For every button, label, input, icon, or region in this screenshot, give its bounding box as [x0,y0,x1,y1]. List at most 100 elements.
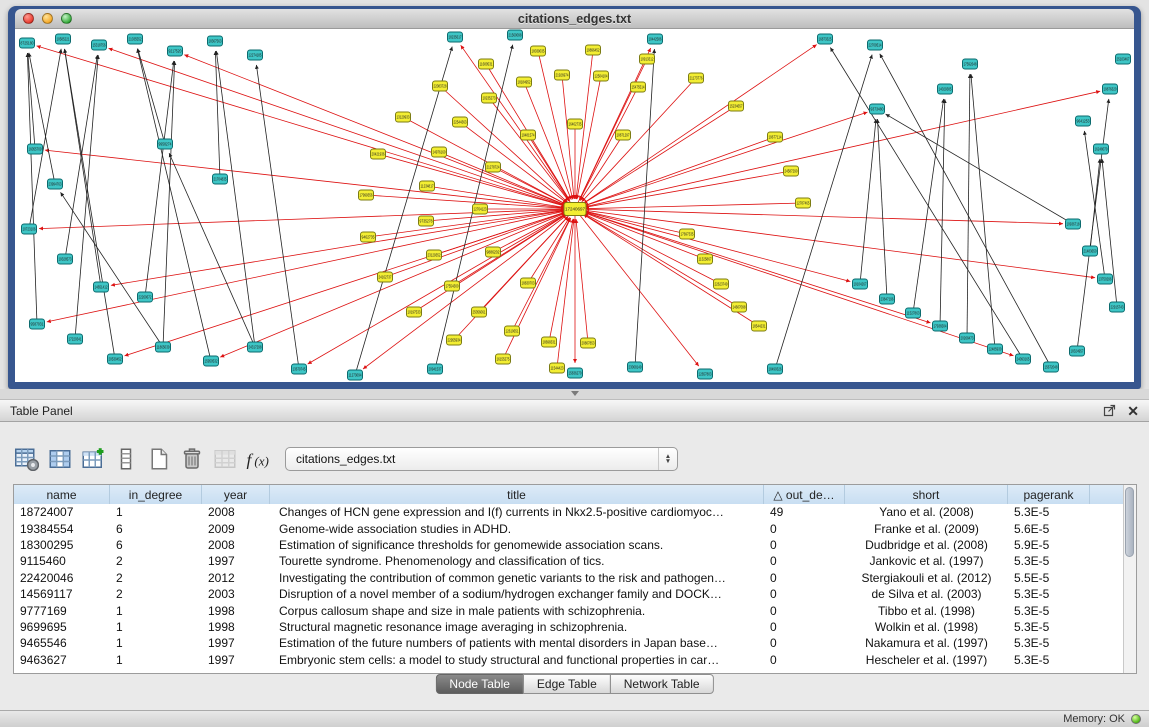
graph-node[interactable]: 16248079 [1094,144,1109,154]
graph-node[interactable]: 20530452 [108,354,123,364]
graph-node[interactable]: 19328573 [58,254,73,264]
graph-node[interactable]: 18235617 [448,32,463,42]
graph-node[interactable]: 21278724 [486,162,501,172]
graph-node[interactable]: 13750296 [1098,274,1113,284]
graph-node[interactable]: 11680531 [479,59,494,69]
column-header-in_degree[interactable]: in_degree [110,485,202,504]
graph-node[interactable]: 14651412 [94,282,109,292]
graph-node[interactable]: 17554300 [445,281,460,291]
graph-node[interactable]: 11865039 [156,342,171,352]
graph-node[interactable]: 19481574 [521,130,536,140]
table-row[interactable]: 911546021997Tourette syndrome. Phenomeno… [14,553,1123,569]
graph-node[interactable]: 13679745 [292,364,307,374]
graph-node[interactable]: 25103467 [1116,54,1131,64]
graph-node[interactable]: 11234817 [420,181,435,191]
graph-node[interactable]: 22709514 [868,40,883,50]
graph-node[interactable]: 9462735 [361,232,376,242]
graph-node[interactable]: 18184952 [517,77,532,87]
close-panel-icon[interactable]: ✕ [1127,404,1139,418]
graph-node[interactable]: 14607098 [732,302,747,312]
column-header-title[interactable]: title [270,485,764,504]
graph-node[interactable]: 21035552 [128,34,143,44]
network-graph[interactable]: 17240697 18830703 9886202 12764123 21278724 1… [15,29,1134,382]
graph-node[interactable]: 13129933 [396,112,411,122]
table-row[interactable]: 1938455462009Genome-wide association stu… [14,520,1123,536]
graph-node[interactable]: 18324957 [1070,346,1085,356]
create-column-icon[interactable] [80,446,106,472]
graph-node[interactable]: 16462735 [568,119,583,129]
graph-node[interactable]: 10936718 [1066,219,1081,229]
import-table-icon[interactable] [212,446,238,472]
graph-node[interactable]: 11544423 [550,363,565,373]
graph-node[interactable]: 9886202 [486,247,501,257]
graph-node[interactable]: 12610651 [505,326,520,336]
table-row[interactable]: 1830029562008Estimation of significance … [14,537,1123,553]
panel-resize-grip[interactable] [571,391,579,396]
graph-node[interactable]: 9587031 [30,319,45,329]
graph-node[interactable]: 10197533 [407,307,422,317]
table-scrollbar[interactable] [1123,485,1136,673]
function-builder-icon[interactable]: f(x) [245,446,271,472]
graph-node[interactable]: 19876320 [1103,84,1118,94]
graph-node[interactable]: 19104267 [853,279,868,289]
minimize-window-button[interactable] [42,13,53,24]
table-row[interactable]: 1872400712008Changes of HCN gene express… [14,504,1123,520]
table-mode-icon[interactable] [14,446,40,472]
graph-node[interactable]: 20268473 [960,333,975,343]
graph-node[interactable]: 15836270 [568,368,583,378]
show-columns-icon[interactable] [47,446,73,472]
graph-node[interactable]: 22915743 [1110,302,1125,312]
graph-node[interactable]: 21926974 [555,70,570,80]
graph-node[interactable]: 22544363 [453,117,468,127]
column-header-name[interactable]: name [14,485,110,504]
graph-node[interactable]: 11273094 [348,370,363,380]
graph-node[interactable]: 17240697 [564,203,586,216]
zoom-window-button[interactable] [61,13,72,24]
scrollbar-thumb[interactable] [1125,487,1134,557]
network-canvas[interactable]: 17240697 18830703 9886202 12764123 21278724 1… [15,29,1134,382]
row-height-icon[interactable] [113,446,139,472]
column-header-short[interactable]: short [845,485,1008,504]
graph-node[interactable]: 10585221 [56,34,71,44]
tab-node-table[interactable]: Node Table [435,674,524,694]
graph-node[interactable]: 10235273 [482,93,497,103]
graph-node[interactable]: 11527863 [906,308,921,318]
graph-node[interactable]: 18830703 [521,278,536,288]
graph-node[interactable]: 15234657 [729,101,744,111]
column-header-year[interactable]: year [202,485,270,504]
close-window-button[interactable] [23,13,34,24]
graph-node[interactable]: 23994763 [48,179,63,189]
table-row[interactable]: 977716911998Corpus callosum shape and si… [14,602,1123,618]
graph-node[interactable]: 17936504 [933,321,948,331]
graph-node[interactable]: 15950532 [204,356,219,366]
graph-node[interactable]: 17697335 [680,229,695,239]
graph-node[interactable]: 18490326 [768,364,783,374]
graph-node[interactable]: 10442586 [648,34,663,44]
graph-node[interactable]: 20421936 [371,149,386,159]
graph-node[interactable]: 18039035 [531,46,546,56]
graph-node[interactable]: 24162737 [378,272,393,282]
graph-node[interactable]: 20807853 [581,338,596,348]
graph-node[interactable]: 21173776 [689,73,704,83]
graph-node[interactable]: 12274185 [248,50,263,60]
graph-node[interactable]: 18367563 [208,36,223,46]
graph-node[interactable]: 14976160 [432,147,447,157]
tab-edge-table[interactable]: Edge Table [523,674,611,694]
graph-node[interactable]: 12485930 [988,344,1003,354]
graph-node[interactable]: 16873325 [818,34,833,44]
table-row[interactable]: 2242004622012Investigating the contribut… [14,570,1123,586]
table-row[interactable]: 969969511998Structural magnetic resonanc… [14,619,1123,635]
float-panel-icon[interactable] [1103,404,1116,417]
graph-node[interactable]: 15318756 [92,40,107,50]
graph-node[interactable]: 22623749 [714,279,729,289]
graph-node[interactable]: 25056061 [472,307,487,317]
graph-node[interactable]: 9735278 [419,216,434,226]
graph-node[interactable]: 9958274 [158,139,173,149]
graph-node[interactable]: 12764123 [473,204,488,214]
graph-node[interactable]: 21704835 [213,174,228,184]
graph-node[interactable]: 19896452 [586,45,601,55]
graph-node[interactable]: 12657803 [698,369,713,379]
graph-node[interactable]: 22083728 [433,81,448,91]
tab-network-table[interactable]: Network Table [610,674,714,694]
graph-node[interactable]: 24093165 [1016,354,1031,364]
